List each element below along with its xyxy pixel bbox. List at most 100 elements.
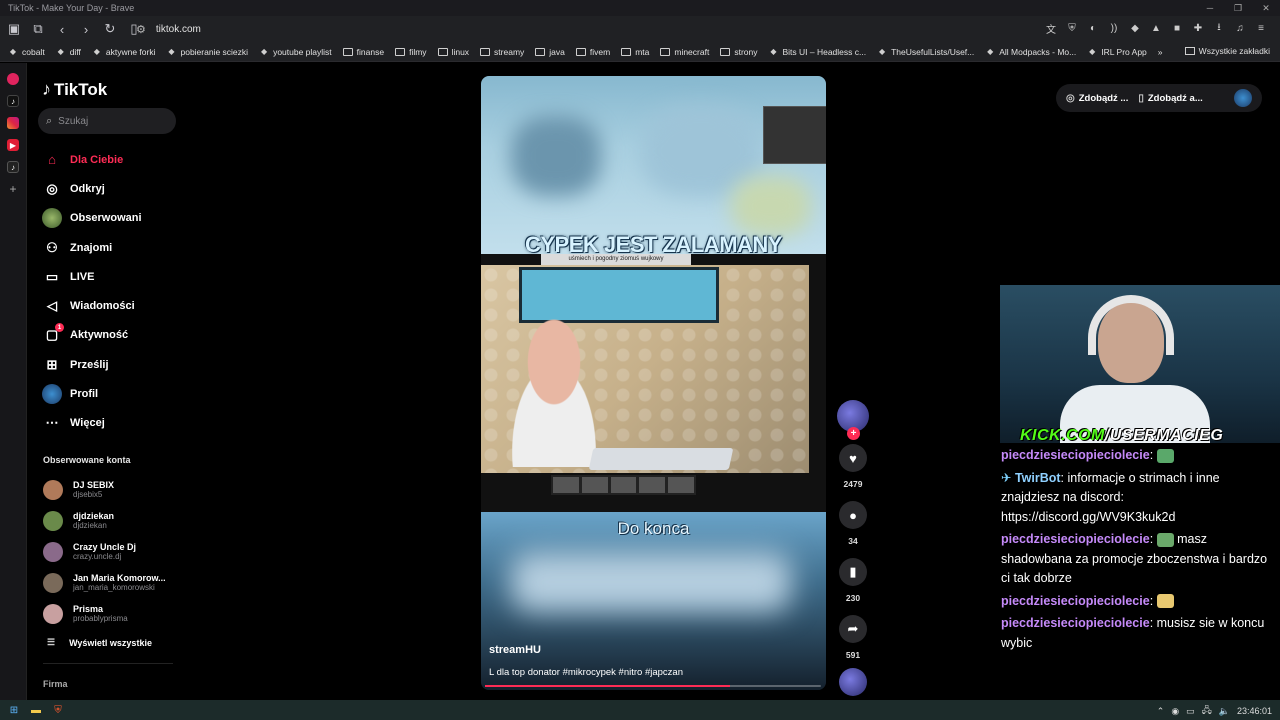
nav-item[interactable]: ⋯ Więcej (42, 409, 182, 438)
opera-app-icon[interactable] (7, 73, 19, 85)
share-count: 591 (845, 650, 861, 660)
bookmark-item[interactable]: minecraft (660, 47, 709, 57)
download-icon[interactable]: ⭳ (1212, 21, 1226, 35)
video-description[interactable]: L dla top donator #mikrocypek #nitro #ja… (489, 667, 683, 678)
bookmark-item[interactable]: streamy (480, 47, 524, 57)
nav-item[interactable]: ▢ 1 Aktywność (42, 321, 182, 350)
bookmark-item[interactable]: filmy (395, 47, 427, 57)
extension-1-icon[interactable]: ◐ (1086, 21, 1100, 35)
extension-2-icon[interactable]: )) (1107, 21, 1121, 35)
video-player[interactable]: CYPEK JEST ZALAMANY uśmiech i pogodny zi… (481, 76, 826, 690)
reload-icon[interactable]: ↻ (100, 19, 120, 39)
brave-shield-icon[interactable]: ⛨ (1065, 21, 1079, 35)
bookmark-item[interactable]: ◆ youtube playlist (259, 47, 332, 57)
save-action[interactable]: ▮ 230 (835, 558, 871, 603)
tiktok-logo[interactable]: ♪ TikTok (42, 79, 107, 100)
folder-icon (535, 47, 546, 56)
following-account[interactable]: Crazy Uncle Dj crazy.uncle.dj (43, 536, 183, 567)
bookmark-item[interactable]: ◆ cobalt (8, 47, 45, 57)
minimize-icon[interactable]: ─ (1196, 0, 1224, 16)
heart-icon[interactable]: ♥ (839, 444, 867, 472)
nav-item-label: Profil (70, 388, 99, 401)
bookmark-item[interactable]: ◆ diff (56, 47, 81, 57)
bookmark-item[interactable]: mta (621, 47, 649, 57)
get-coins-button[interactable]: ◎ Zdobądź ... (1066, 93, 1128, 104)
nav-item[interactable]: Obserwowani (42, 204, 182, 233)
bookmark-item[interactable]: ◆ All Modpacks - Mo... (985, 47, 1076, 57)
bookmark-item[interactable]: ◆ Bits UI – Headless c... (768, 47, 866, 57)
bookmark-item[interactable]: linux (437, 47, 469, 57)
bookmark-item[interactable]: java (535, 47, 565, 57)
nav-item-label: Obserwowani (70, 212, 142, 225)
site-settings-icon[interactable]: ⚙ (136, 23, 146, 36)
tiktok-app-icon[interactable]: ♪ (7, 95, 19, 107)
tray-app-icon[interactable]: ▭ (1186, 706, 1195, 717)
sound-disc-avatar[interactable] (839, 668, 867, 696)
bookmark-item[interactable]: ◆ aktywne forki (92, 47, 156, 57)
translate-icon[interactable]: 文 (1044, 21, 1058, 36)
tiktok-app-icon-2[interactable]: ♪ (7, 161, 19, 173)
video-author[interactable]: streamHU (489, 644, 541, 656)
close-icon[interactable]: ✕ (1252, 0, 1280, 16)
nav-item[interactable]: ◁ Wiadomości (42, 291, 182, 320)
extension-4-icon[interactable]: ▲ (1149, 21, 1163, 35)
get-app-label: Zdobądź a... (1147, 92, 1203, 104)
following-account[interactable]: djdziekan djdziekan (43, 505, 183, 536)
more-bookmarks-icon[interactable]: » (1158, 47, 1163, 57)
nav-item[interactable]: Profil (42, 379, 182, 408)
instagram-app-icon[interactable] (7, 117, 19, 129)
user-avatar[interactable] (1234, 89, 1252, 107)
following-account[interactable]: DJ SEBIX djsebix5 (43, 474, 183, 505)
nav-item[interactable]: ⚇ Znajomi (42, 233, 182, 262)
address-bar[interactable]: ⚙ tiktok.com (130, 19, 1090, 39)
bookmark-item[interactable]: ◆ TheUsefulLists/Usef... (877, 47, 974, 57)
bookmark-item[interactable]: strony (720, 47, 757, 57)
bookmark-item[interactable]: ◆ pobieranie sciezki (166, 47, 248, 57)
brave-taskbar-icon[interactable]: ⛨ (50, 702, 66, 718)
tray-chevron-icon[interactable]: ⌃ (1157, 706, 1165, 717)
sidebar-toggle-icon[interactable]: ▣ (4, 19, 24, 39)
bookmark-item[interactable]: ◆ IRL Pro App (1087, 47, 1147, 57)
get-app-button[interactable]: ▯ Zdobądź a... (1138, 93, 1202, 104)
add-panel-icon[interactable]: + (7, 182, 19, 196)
windows-start-icon[interactable]: ⊞ (6, 702, 22, 718)
share-icon[interactable]: ➦ (839, 615, 867, 643)
media-icon[interactable]: ♫ (1233, 21, 1247, 35)
show-all-button[interactable]: ☰ Wyświetl wszystkie (47, 637, 152, 648)
extensions-puzzle-icon[interactable]: ✚ (1191, 21, 1205, 35)
bookmark-save-icon[interactable]: ▮ (839, 558, 867, 586)
network-icon[interactable]: 🖧 (1202, 703, 1212, 719)
forward-icon[interactable]: › (76, 19, 96, 39)
steam-icon[interactable]: ◉ (1171, 706, 1179, 717)
chat-message: piecdziesieciopieciolecie: masz shadowba… (1001, 532, 1268, 585)
clock[interactable]: 23:46:01 (1237, 706, 1272, 716)
footer-company-link[interactable]: Firma (43, 679, 68, 689)
bookmark-item[interactable]: finanse (342, 47, 384, 57)
nav-item[interactable]: ⊞ Prześlij (42, 350, 182, 379)
file-explorer-icon[interactable]: ▬ (28, 702, 44, 718)
extension-3-icon[interactable]: ◆ (1128, 21, 1142, 35)
creator-avatar[interactable]: + (837, 400, 869, 440)
tv-screen (519, 267, 719, 323)
restore-icon[interactable]: ❐ (1224, 0, 1252, 16)
comment-icon[interactable]: ● (839, 501, 867, 529)
back-icon[interactable]: ‹ (52, 19, 72, 39)
nav-item[interactable]: ▭ LIVE (42, 262, 182, 291)
bookmark-item[interactable]: fivem (575, 47, 610, 57)
tab-manager-icon[interactable]: ⧉ (28, 19, 48, 39)
youtube-app-icon[interactable]: ▶ (7, 139, 19, 151)
volume-icon[interactable]: 🔈 (1219, 706, 1230, 717)
nav-item[interactable]: ◎ Odkryj (42, 174, 182, 203)
comment-action[interactable]: ● 34 (835, 501, 871, 546)
extension-5-icon[interactable]: ■ (1170, 21, 1184, 35)
video-progress-bar[interactable] (485, 685, 821, 687)
following-account[interactable]: Prisma probablyprisma (43, 598, 183, 629)
menu-icon[interactable]: ≡ (1254, 21, 1268, 35)
like-action[interactable]: ♥ 2479 (835, 444, 871, 489)
follow-plus-icon[interactable]: + (847, 427, 860, 440)
following-account[interactable]: Jan Maria Komorow... jan_maria_komorowski (43, 567, 183, 598)
nav-item[interactable]: ⌂ Dla Ciebie (42, 145, 182, 174)
share-action[interactable]: ➦ 591 (835, 615, 871, 660)
all-bookmarks-button[interactable]: Wszystkie zakładki (1184, 46, 1270, 56)
search-input[interactable]: ⌕ Szukaj (38, 108, 176, 134)
